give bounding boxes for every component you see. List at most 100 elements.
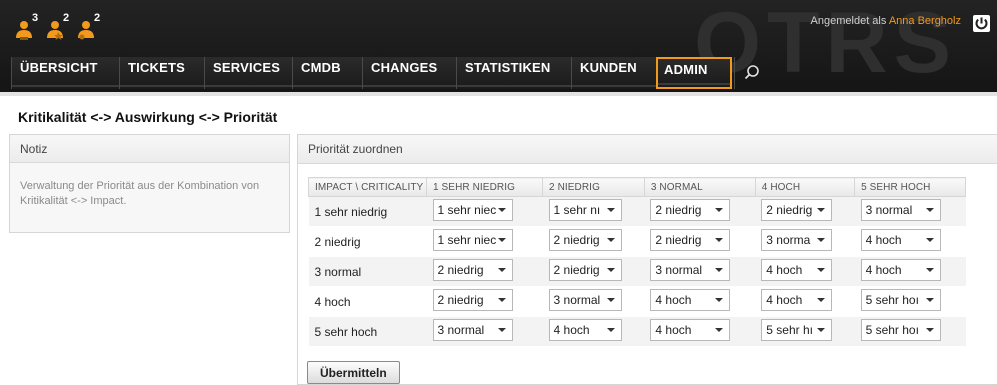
nav-label: CHANGES — [371, 60, 438, 75]
user-name-link[interactable]: Anna Bergholz — [889, 15, 961, 27]
responsible-tickets-button[interactable]: 2 — [74, 12, 101, 42]
dropdown-arrow-icon — [606, 238, 615, 242]
priority-select[interactable]: 2 niedrig — [650, 229, 731, 251]
priority-select[interactable]: 2 niedrig — [761, 199, 833, 221]
dropdown-arrow-icon — [925, 298, 934, 302]
panel-heading: Priorität zuordnen — [298, 135, 997, 164]
priority-select[interactable]: 1 sehr niec — [432, 229, 513, 251]
nav-item-statistiken[interactable]: STATISTIKEN — [456, 57, 571, 89]
dropdown-arrow-icon — [715, 328, 724, 332]
priority-select[interactable]: 2 niedrig — [650, 199, 731, 221]
main-navigation: ÜBERSICHT TICKETS SERVICES CMDB CHANGES … — [11, 57, 774, 89]
login-info: Angemeldet als Anna Bergholz — [811, 15, 961, 27]
nav-label: ADMIN — [664, 62, 708, 77]
dropdown-arrow-icon — [606, 268, 615, 272]
priority-select[interactable]: 1 sehr niec — [432, 199, 513, 221]
column-header: 1 SEHR NIEDRIG — [425, 177, 544, 197]
priority-select[interactable]: 2 niedrig — [548, 259, 622, 281]
priority-matrix-table: IMPACT \ CRITICALITY 1 SEHR NIEDRIG 2 NI… — [308, 177, 966, 347]
nav-label: KUNDEN — [580, 60, 637, 75]
priority-select[interactable]: 4 hoch — [650, 289, 731, 311]
top-header: OTRS 3 2 2 Angemeldet als Anna Bergholz … — [0, 0, 997, 92]
priority-select[interactable]: 4 hoch — [761, 259, 833, 281]
row-label: 4 hoch — [308, 286, 427, 317]
power-icon — [975, 17, 988, 30]
nav-item-tickets[interactable]: TICKETS — [119, 57, 204, 89]
sidebar-heading: Notiz — [10, 135, 289, 163]
logout-button[interactable] — [973, 15, 990, 32]
sidebar-description: Verwaltung der Priorität aus der Kombina… — [20, 180, 260, 207]
dropdown-arrow-icon — [817, 208, 826, 212]
watched-tickets-icon — [47, 21, 63, 40]
priority-matrix-panel: Priorität zuordnen IMPACT \ CRITICALITY … — [297, 134, 997, 385]
page-title: Kritikalität <-> Auswirkung <-> Prioritä… — [18, 109, 278, 125]
nav-label: SERVICES — [213, 60, 281, 75]
nav-item-admin[interactable]: ADMIN — [656, 57, 732, 89]
table-row: 3 normal 2 niedrig 2 niedrig 3 normal 4 … — [308, 256, 966, 287]
priority-select[interactable]: 5 sehr hoı — [860, 319, 941, 341]
dropdown-arrow-icon — [817, 238, 826, 242]
table-row: 1 sehr niedrig 1 sehr niec 1 sehr nı 2 n… — [308, 196, 966, 227]
dropdown-arrow-icon — [606, 208, 615, 212]
priority-select[interactable]: 2 niedrig — [432, 289, 513, 311]
column-header: 4 HOCH — [754, 177, 856, 197]
priority-select[interactable]: 3 normal — [650, 259, 731, 281]
dropdown-arrow-icon — [925, 268, 934, 272]
dropdown-arrow-icon — [497, 208, 506, 212]
table-row: 5 sehr hoch 3 normal 4 hoch 4 hoch 5 seh… — [308, 316, 966, 347]
dropdown-arrow-icon — [606, 328, 615, 332]
login-prefix: Angemeldet als — [810, 15, 887, 27]
watched-tickets-button[interactable]: 2 — [43, 12, 70, 42]
priority-select[interactable]: 4 hoch — [761, 289, 833, 311]
dropdown-arrow-icon — [497, 328, 506, 332]
priority-select[interactable]: 4 hoch — [548, 319, 622, 341]
watched-count: 2 — [63, 12, 70, 24]
priority-select[interactable]: 1 sehr nı — [548, 199, 622, 221]
column-header: 2 NIEDRIG — [542, 177, 645, 197]
nav-item-uebersicht[interactable]: ÜBERSICHT — [11, 57, 119, 89]
locked-tickets-button[interactable]: 3 — [12, 12, 39, 42]
dropdown-arrow-icon — [715, 298, 724, 302]
priority-select[interactable]: 4 hoch — [860, 259, 941, 281]
nav-item-changes[interactable]: CHANGES — [362, 57, 456, 89]
column-header: 3 NORMAL — [643, 177, 756, 197]
priority-select[interactable]: 4 hoch — [860, 229, 941, 251]
priority-select[interactable]: 3 normal — [548, 289, 622, 311]
table-row: 4 hoch 2 niedrig 3 normal 4 hoch 4 hoch … — [308, 286, 966, 317]
priority-select[interactable]: 5 sehr hı — [761, 319, 833, 341]
dropdown-arrow-icon — [817, 268, 826, 272]
dropdown-arrow-icon — [817, 298, 826, 302]
nav-label: STATISTIKEN — [465, 60, 551, 75]
dropdown-arrow-icon — [715, 208, 724, 212]
submit-button[interactable]: Übermitteln — [307, 361, 400, 384]
row-label: 3 normal — [308, 256, 427, 287]
dropdown-arrow-icon — [925, 208, 934, 212]
dropdown-arrow-icon — [925, 238, 934, 242]
search-icon — [744, 65, 759, 80]
nav-label: TICKETS — [128, 60, 186, 75]
priority-select[interactable]: 4 hoch — [650, 319, 731, 341]
priority-select[interactable]: 5 sehr hoı — [860, 289, 941, 311]
nav-item-cmdb[interactable]: CMDB — [292, 57, 362, 89]
nav-label: ÜBERSICHT — [20, 60, 98, 75]
nav-search-button[interactable] — [734, 57, 774, 89]
table-row: 2 niedrig 1 sehr niec 2 niedrig 2 niedri… — [308, 226, 966, 257]
row-label: 5 sehr hoch — [308, 316, 427, 347]
nav-label: CMDB — [301, 60, 341, 75]
nav-item-services[interactable]: SERVICES — [204, 57, 292, 89]
dropdown-arrow-icon — [497, 238, 506, 242]
corner-header: IMPACT \ CRITICALITY — [308, 177, 427, 197]
priority-select[interactable]: 2 niedrig — [548, 229, 622, 251]
priority-select[interactable]: 2 niedrig — [432, 259, 513, 281]
column-header: 5 SEHR HOCH — [854, 177, 966, 197]
dropdown-arrow-icon — [606, 298, 615, 302]
priority-select[interactable]: 3 norma — [761, 229, 833, 251]
dropdown-arrow-icon — [817, 328, 826, 332]
priority-select[interactable]: 3 normal — [432, 319, 513, 341]
priority-select[interactable]: 3 normal — [860, 199, 941, 221]
nav-item-kunden[interactable]: KUNDEN — [571, 57, 656, 89]
locked-count: 3 — [32, 12, 39, 24]
header-divider — [0, 92, 997, 96]
row-label: 2 niedrig — [308, 226, 427, 257]
sidebar-note: Notiz Verwaltung der Priorität aus der K… — [9, 134, 290, 233]
